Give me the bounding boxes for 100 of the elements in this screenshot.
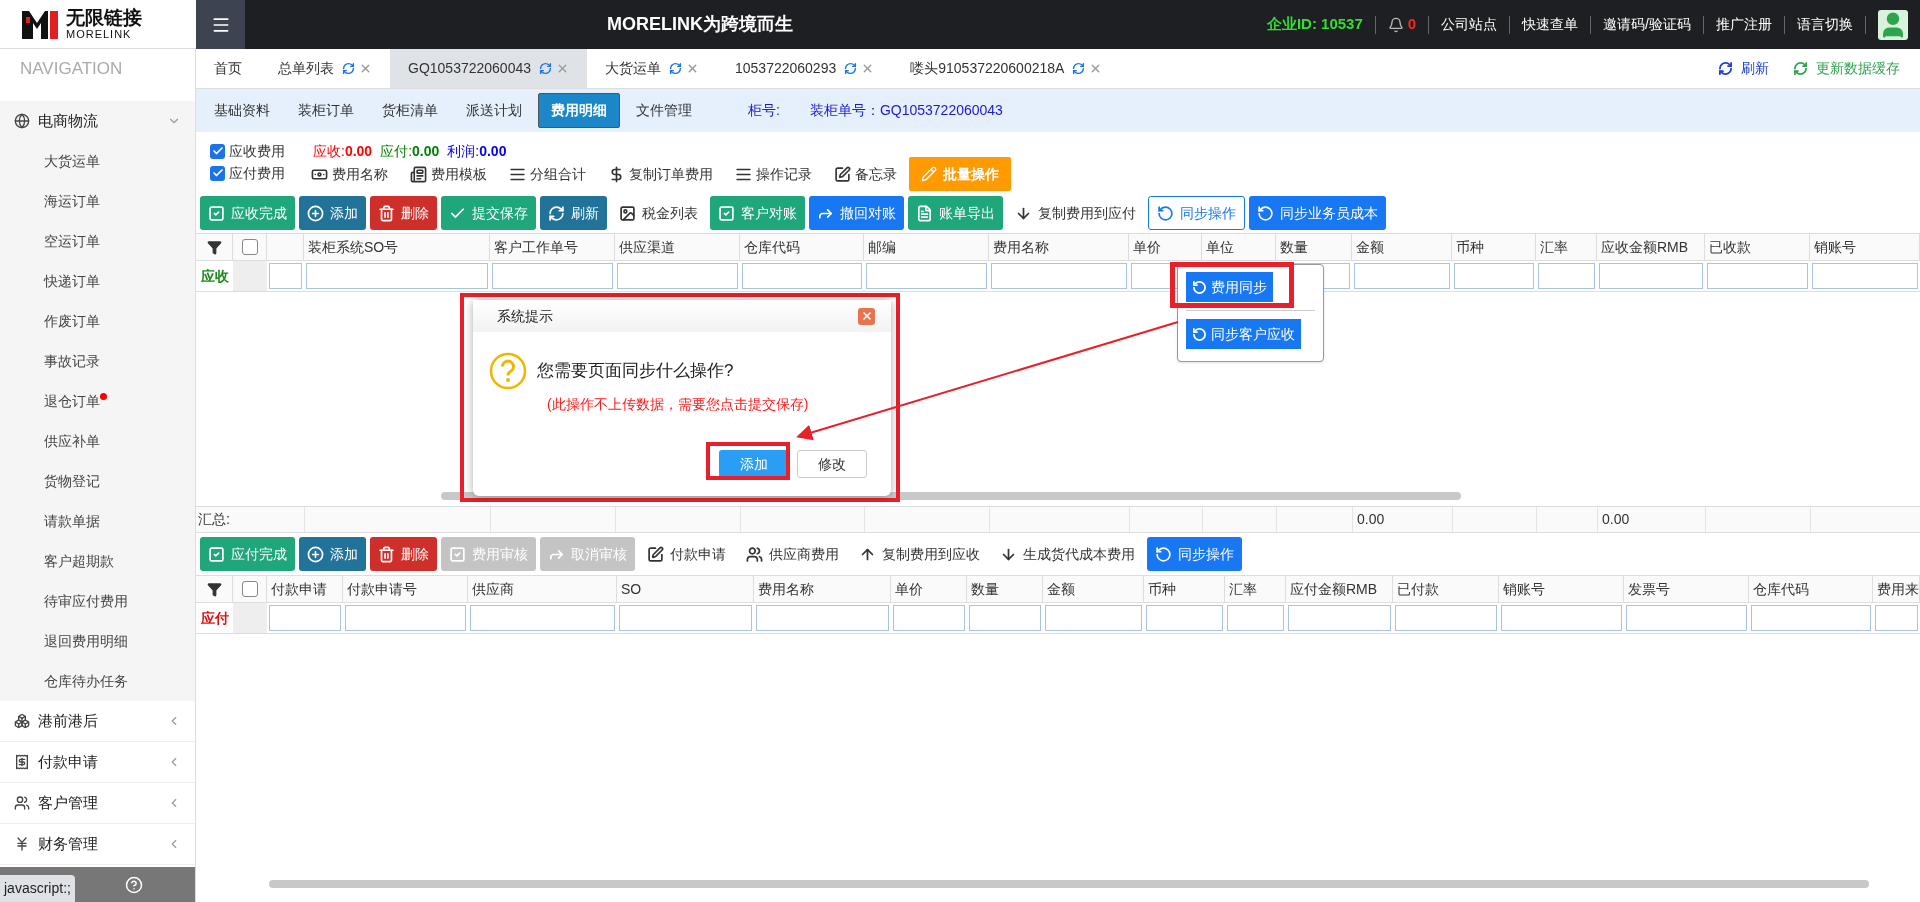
- toolbar-button[interactable]: 删除: [370, 537, 437, 571]
- section-tab[interactable]: 货柜清单: [370, 93, 450, 128]
- filter-field[interactable]: [1454, 263, 1534, 289]
- sidebar-group[interactable]: 客户管理: [0, 783, 195, 823]
- page-tab[interactable]: GQ1053722060043: [390, 49, 587, 88]
- toolbar-button[interactable]: 同步操作: [1148, 196, 1245, 230]
- filter-field[interactable]: [1599, 263, 1703, 289]
- tool-link[interactable]: 备忘录: [834, 163, 897, 185]
- filter-icon[interactable]: [206, 239, 222, 255]
- toolbar-button[interactable]: 供应商费用: [738, 537, 847, 571]
- filter-field[interactable]: [470, 605, 615, 631]
- filter-field[interactable]: [1626, 605, 1747, 631]
- toolbar-button[interactable]: 撤回对账: [809, 196, 904, 230]
- header-link[interactable]: 语言切换: [1785, 14, 1865, 35]
- sidebar-group[interactable]: 港前港后: [0, 701, 195, 741]
- sidebar-item[interactable]: 大货运单: [44, 150, 100, 172]
- filter-field[interactable]: [991, 263, 1127, 289]
- page-tab[interactable]: 总单列表: [260, 49, 390, 88]
- tool-link[interactable]: 费用模板: [410, 163, 487, 185]
- sidebar-item[interactable]: 货物登记: [44, 470, 100, 492]
- menu-button[interactable]: [196, 0, 245, 49]
- toolbar-button[interactable]: 删除: [370, 196, 437, 230]
- horizontal-scrollbar[interactable]: [269, 880, 1869, 888]
- section-tab[interactable]: 文件管理: [624, 93, 704, 128]
- header-link[interactable]: 邀请码/验证码: [1591, 14, 1703, 35]
- page-tab[interactable]: 首页: [196, 49, 260, 88]
- filter-field[interactable]: [619, 605, 752, 631]
- section-tab[interactable]: 派送计划: [454, 93, 534, 128]
- refresh-icon[interactable]: [539, 62, 552, 75]
- filter-field[interactable]: [1146, 605, 1223, 631]
- bell-icon[interactable]: [1387, 16, 1404, 33]
- refresh-icon[interactable]: [342, 62, 355, 75]
- toolbar-button[interactable]: 生成货代成本费用: [992, 537, 1143, 571]
- dialog-button[interactable]: 修改: [797, 450, 867, 478]
- filter-field[interactable]: [1227, 605, 1284, 631]
- filter-field[interactable]: [1395, 605, 1497, 631]
- filter-field[interactable]: [1288, 605, 1391, 631]
- filter-field[interactable]: [1812, 263, 1918, 289]
- sidebar-item[interactable]: 作废订单: [44, 310, 100, 332]
- page-tab[interactable]: 大货运单: [587, 49, 717, 88]
- toolbar-button[interactable]: 添加: [299, 537, 366, 571]
- section-tab[interactable]: 装柜订单: [286, 93, 366, 128]
- close-icon[interactable]: [686, 62, 699, 75]
- section-tab[interactable]: 基础资料: [202, 93, 282, 128]
- select-all-checkbox[interactable]: [241, 239, 258, 255]
- header-link[interactable]: 公司站点: [1429, 14, 1510, 35]
- header-link[interactable]: 推广注册: [1704, 14, 1784, 35]
- tab-action-button[interactable]: 刷新: [1718, 58, 1769, 79]
- toolbar-button[interactable]: 刷新: [540, 196, 607, 230]
- user-avatar[interactable]: [1878, 9, 1908, 40]
- filter-field[interactable]: [969, 605, 1041, 631]
- sidebar-item[interactable]: 退仓订单: [44, 390, 100, 412]
- sidebar-item[interactable]: 仓库待办任务: [44, 670, 128, 692]
- filter-field[interactable]: [893, 605, 965, 631]
- sidebar-group[interactable]: 财务管理: [0, 824, 195, 864]
- tool-link[interactable]: 费用名称: [311, 163, 388, 185]
- sidebar-group[interactable]: 电商物流: [0, 101, 195, 141]
- refresh-icon[interactable]: [844, 62, 858, 75]
- refresh-icon[interactable]: [669, 62, 682, 75]
- filter-field[interactable]: [1875, 605, 1918, 631]
- sidebar-item[interactable]: 空运订单: [44, 230, 100, 252]
- filter-field[interactable]: [492, 263, 613, 289]
- toolbar-button[interactable]: 税金列表: [611, 196, 706, 230]
- sidebar-item[interactable]: 事故记录: [44, 350, 100, 372]
- toolbar-button[interactable]: 复制费用到应付: [1007, 196, 1144, 230]
- page-tab[interactable]: 1053722060293: [717, 49, 893, 88]
- tool-link[interactable]: 复制订单费用: [608, 163, 713, 185]
- filter-field[interactable]: [1501, 605, 1622, 631]
- filter-field[interactable]: [1045, 605, 1142, 631]
- section-tab[interactable]: 费用明细: [538, 93, 620, 128]
- filter-field[interactable]: [345, 605, 466, 631]
- header-link[interactable]: 快速查单: [1510, 14, 1591, 35]
- toolbar-button[interactable]: 付款申请: [639, 537, 734, 571]
- sidebar-item[interactable]: 供应补单: [44, 430, 100, 452]
- close-button[interactable]: [858, 307, 875, 325]
- sidebar-item[interactable]: 快递订单: [44, 270, 100, 292]
- filter-field[interactable]: [269, 263, 302, 289]
- select-all-checkbox[interactable]: [241, 581, 258, 597]
- refresh-icon[interactable]: [1072, 62, 1086, 75]
- sidebar-item[interactable]: 请款单据: [44, 510, 100, 532]
- sidebar-item[interactable]: 待审应付费用: [44, 590, 128, 612]
- menu-item[interactable]: 费用同步: [1186, 272, 1273, 302]
- toolbar-button[interactable]: 复制费用到应收: [851, 537, 988, 571]
- sidebar-item[interactable]: 客户超期款: [44, 550, 114, 572]
- tool-link[interactable]: 分组合计: [509, 163, 586, 185]
- sidebar-item[interactable]: 海运订单: [44, 190, 100, 212]
- sidebar-group[interactable]: 付款申请: [0, 742, 195, 782]
- filter-field[interactable]: [617, 263, 738, 289]
- filter-field[interactable]: [756, 605, 889, 631]
- fee-checkbox[interactable]: [210, 165, 225, 181]
- close-icon[interactable]: [556, 62, 569, 75]
- toolbar-button[interactable]: 添加: [299, 196, 366, 230]
- close-icon[interactable]: [359, 62, 372, 75]
- filter-field[interactable]: [269, 605, 341, 631]
- filter-field[interactable]: [1538, 263, 1595, 289]
- sidebar-item[interactable]: 退回费用明细: [44, 630, 128, 652]
- filter-field[interactable]: [1707, 263, 1808, 289]
- help-icon[interactable]: [124, 875, 143, 894]
- fee-checkbox[interactable]: [210, 143, 225, 159]
- filter-field[interactable]: [742, 263, 862, 289]
